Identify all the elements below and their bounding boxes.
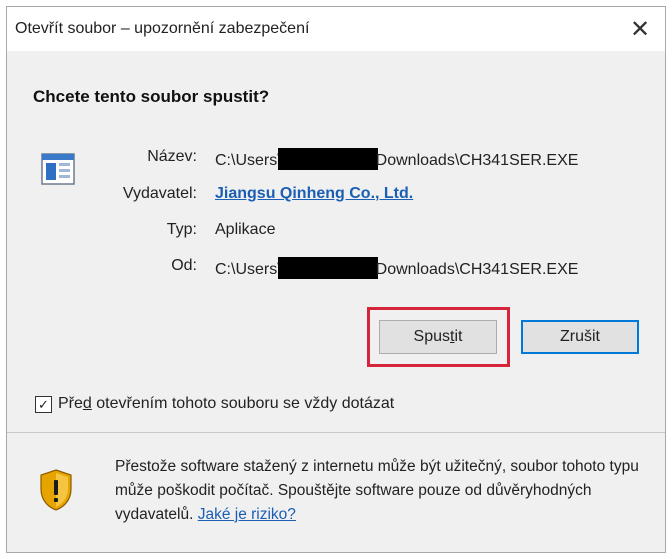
window-title: Otevřít soubor – upozornění zabezpečení xyxy=(15,20,310,37)
publisher-label: Vydavatel: xyxy=(122,185,197,202)
redaction-bar xyxy=(277,148,378,170)
type-value: Aplikace xyxy=(215,221,276,238)
redaction-bar xyxy=(277,257,378,279)
name-value: C:\Users\ Downloads\CH341SER.EXE xyxy=(215,148,578,170)
type-label: Typ: xyxy=(166,221,197,238)
run-button[interactable]: Spus t it xyxy=(379,320,497,354)
publisher-link[interactable]: Jiangsu Qinheng Co., Ltd. xyxy=(215,185,413,203)
divider xyxy=(7,432,665,433)
from-value: C:\Users\ Downloads\CH341SER.EXE xyxy=(215,257,578,279)
title-bar: Otevřít soubor – upozornění zabezpečení … xyxy=(7,7,665,51)
always-ask-label: Před otevřením tohoto souboru se vždy do… xyxy=(58,395,395,412)
close-icon[interactable]: ✕ xyxy=(617,7,663,51)
security-shield-icon xyxy=(40,469,72,511)
always-ask-option[interactable]: ✓ Před otevřením tohoto souboru se vždy … xyxy=(35,395,394,413)
dialog-question: Chcete tento soubor spustit? xyxy=(33,87,270,106)
name-label: Název: xyxy=(147,148,197,165)
always-ask-checkbox[interactable]: ✓ xyxy=(35,395,52,413)
security-warning-dialog: Otevřít soubor – upozornění zabezpečení … xyxy=(6,6,666,553)
cancel-button[interactable]: Zrušit xyxy=(521,320,639,354)
warning-message: Přestože software stažený z internetu mů… xyxy=(115,458,639,523)
from-label: Od: xyxy=(171,257,197,274)
risk-link[interactable]: Jaké je riziko? xyxy=(198,506,296,523)
